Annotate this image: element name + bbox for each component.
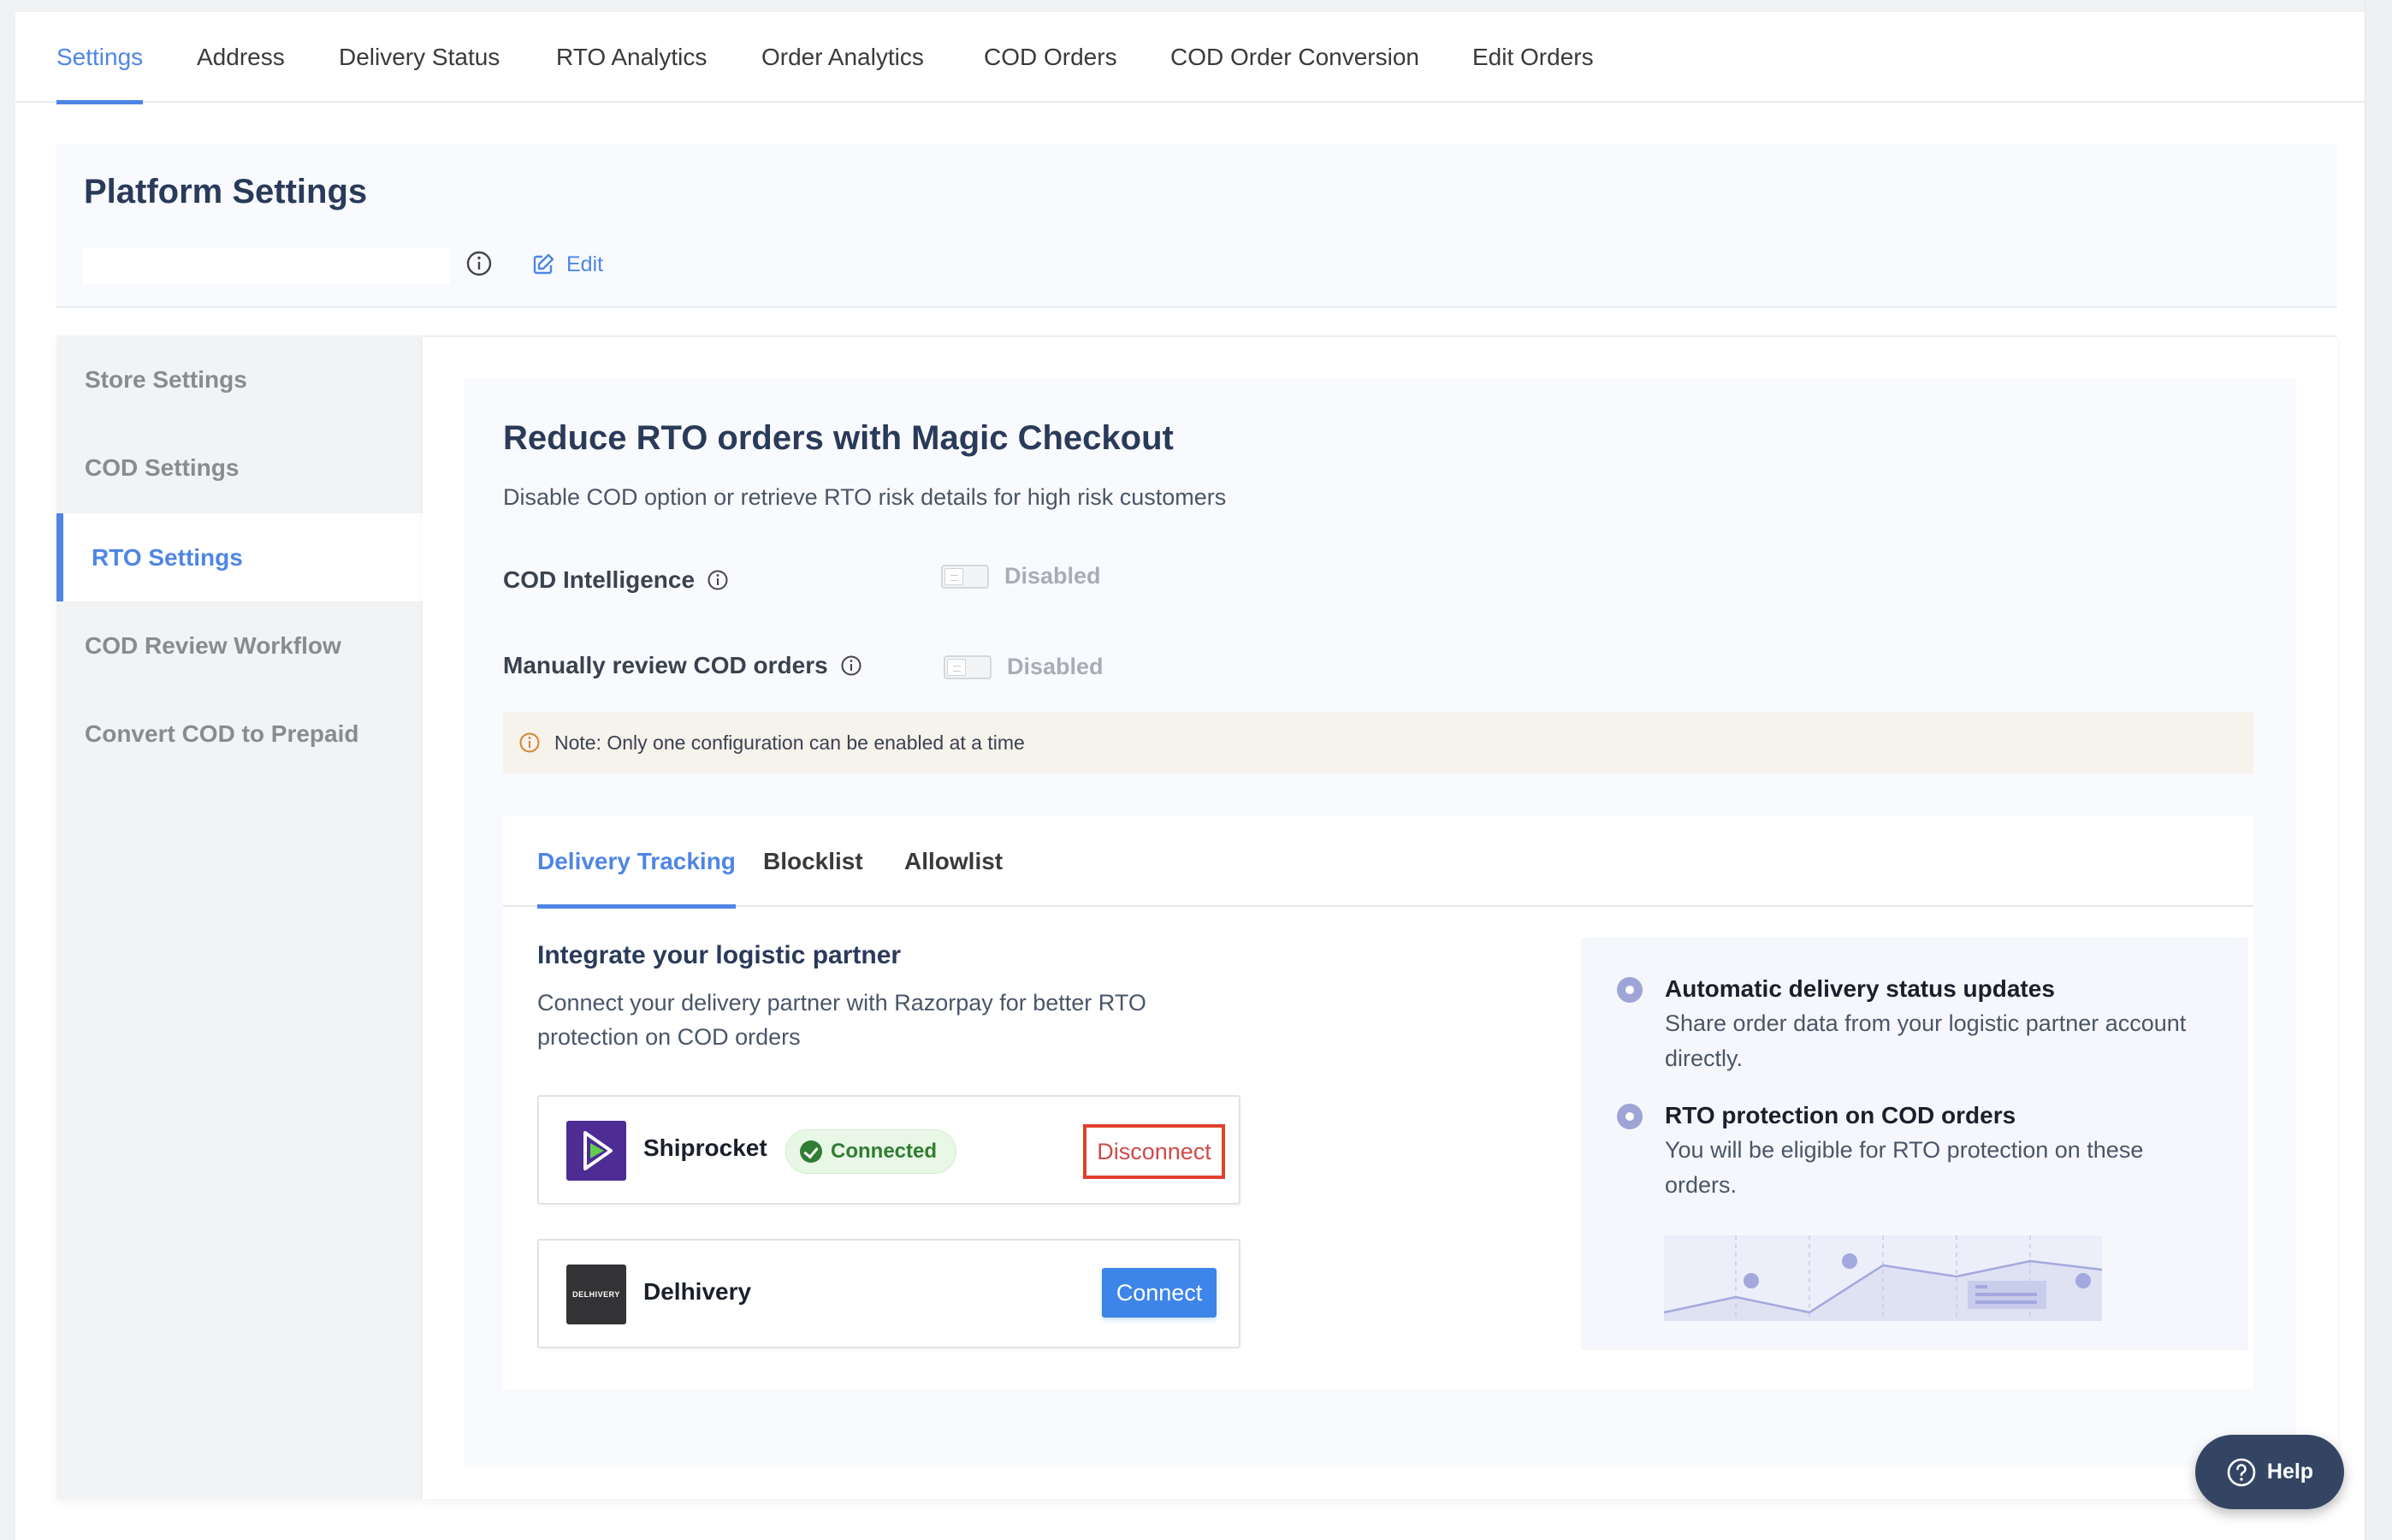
check-circle-icon bbox=[800, 1140, 822, 1163]
partner-card-delhivery: DELHIVERY Delhivery Connect bbox=[537, 1239, 1240, 1348]
nav-tab-delivery-status[interactable]: Delivery Status bbox=[339, 12, 500, 103]
manual-review-state: Disabled bbox=[1007, 654, 1104, 679]
shiprocket-logo-icon bbox=[583, 1131, 613, 1170]
cod-intelligence-toggle-group: Disabled bbox=[941, 563, 1101, 589]
benefit-title: Automatic delivery status updates bbox=[1665, 975, 2055, 1002]
edit-icon bbox=[533, 253, 554, 275]
manual-review-label: Manually review COD orders bbox=[503, 652, 862, 679]
help-label: Help bbox=[2266, 1460, 2314, 1484]
platform-name-field[interactable] bbox=[82, 248, 450, 284]
platform-settings-header: Platform Settings Edit bbox=[56, 144, 2337, 308]
top-nav: Settings Address Delivery Status RTO Ana… bbox=[15, 12, 2365, 104]
partner-name: Shiprocket bbox=[643, 1134, 767, 1161]
warning-info-icon bbox=[519, 732, 540, 753]
edit-button[interactable]: Edit bbox=[532, 250, 603, 279]
tab-allowlist[interactable]: Allowlist bbox=[904, 816, 1003, 907]
cod-intelligence-state: Disabled bbox=[1004, 563, 1101, 589]
edit-label: Edit bbox=[566, 252, 604, 276]
partner-card-shiprocket: Shiprocket Connected Disconnect bbox=[537, 1095, 1240, 1205]
nav-tab-address[interactable]: Address bbox=[197, 12, 285, 103]
connected-badge: Connected bbox=[785, 1129, 957, 1174]
manual-review-toggle[interactable] bbox=[944, 654, 992, 679]
tab-delivery-tracking[interactable]: Delivery Tracking bbox=[537, 816, 736, 909]
rto-title: Reduce RTO orders with Magic Checkout bbox=[503, 419, 1174, 457]
shiprocket-logo bbox=[566, 1121, 626, 1181]
delhivery-logo: DELHIVERY bbox=[566, 1265, 626, 1324]
cod-intelligence-toggle[interactable] bbox=[941, 564, 989, 589]
benefit-item: RTO protection on COD orders You will be… bbox=[1617, 1099, 2216, 1203]
benefit-description: You will be eligible for RTO protection … bbox=[1665, 1137, 2144, 1198]
sidebar-item-convert-cod-to-prepaid[interactable]: Convert COD to Prepaid bbox=[56, 690, 423, 778]
cod-intelligence-label: COD Intelligence bbox=[503, 566, 729, 594]
nav-tab-rto-analytics[interactable]: RTO Analytics bbox=[556, 12, 707, 103]
tab-blocklist[interactable]: Blocklist bbox=[763, 816, 863, 907]
benefit-title: RTO protection on COD orders bbox=[1665, 1102, 2016, 1128]
benefit-item: Automatic delivery status updates Share … bbox=[1617, 972, 2216, 1076]
question-icon bbox=[2227, 1458, 2256, 1486]
cod-intelligence-text: COD Intelligence bbox=[503, 566, 696, 593]
manual-review-toggle-group: Disabled bbox=[944, 654, 1104, 680]
benefit-description: Share order data from your logistic part… bbox=[1665, 1010, 2187, 1071]
page-scrollbar[interactable] bbox=[2365, 0, 2392, 1540]
delivery-chart-illustration bbox=[1664, 1235, 2102, 1321]
toggle-knob bbox=[944, 567, 963, 585]
rto-tabs-card: Delivery Tracking Blocklist Allowlist In… bbox=[503, 816, 2253, 1389]
nav-tab-cod-order-conversion[interactable]: COD Order Conversion bbox=[1170, 12, 1419, 103]
sidebar-item-store-settings[interactable]: Store Settings bbox=[56, 335, 423, 424]
badge-text: Connected bbox=[831, 1140, 938, 1163]
settings-sidebar: Store Settings COD Settings RTO Settings… bbox=[56, 335, 423, 1499]
toggle-knob bbox=[947, 658, 966, 676]
note-text: Note: Only one configuration can be enab… bbox=[554, 731, 1025, 754]
bullet-icon bbox=[1617, 977, 1643, 1003]
partner-name: Delhivery bbox=[643, 1278, 752, 1305]
nav-tab-cod-orders[interactable]: COD Orders bbox=[984, 12, 1117, 103]
page-title: Platform Settings bbox=[84, 173, 368, 210]
nav-tab-settings[interactable]: Settings bbox=[56, 12, 144, 104]
configuration-note: Note: Only one configuration can be enab… bbox=[503, 712, 2253, 773]
sidebar-item-cod-review-workflow[interactable]: COD Review Workflow bbox=[56, 601, 423, 690]
rto-subtitle: Disable COD option or retrieve RTO risk … bbox=[503, 484, 1227, 510]
disconnect-button[interactable]: Disconnect bbox=[1083, 1124, 1225, 1179]
rto-settings-card: Reduce RTO orders with Magic Checkout Di… bbox=[464, 378, 2296, 1467]
sidebar-item-cod-settings[interactable]: COD Settings bbox=[56, 424, 423, 512]
nav-tab-edit-orders[interactable]: Edit Orders bbox=[1472, 12, 1594, 103]
integrate-title: Integrate your logistic partner bbox=[537, 941, 902, 969]
info-icon[interactable] bbox=[465, 250, 493, 277]
sidebar-item-rto-settings[interactable]: RTO Settings bbox=[56, 513, 423, 601]
bullet-icon bbox=[1617, 1104, 1643, 1129]
connect-button[interactable]: Connect bbox=[1102, 1268, 1217, 1318]
nav-tab-order-analytics[interactable]: Order Analytics bbox=[761, 12, 924, 103]
integrate-description: Connect your delivery partner with Razor… bbox=[537, 990, 1146, 1050]
manual-review-text: Manually review COD orders bbox=[503, 652, 828, 678]
benefits-panel: Automatic delivery status updates Share … bbox=[1581, 938, 2248, 1350]
help-button[interactable]: Help bbox=[2195, 1435, 2344, 1509]
info-icon[interactable] bbox=[707, 569, 729, 591]
info-icon[interactable] bbox=[840, 654, 862, 677]
rto-tabbar: Delivery Tracking Blocklist Allowlist bbox=[503, 816, 2253, 909]
